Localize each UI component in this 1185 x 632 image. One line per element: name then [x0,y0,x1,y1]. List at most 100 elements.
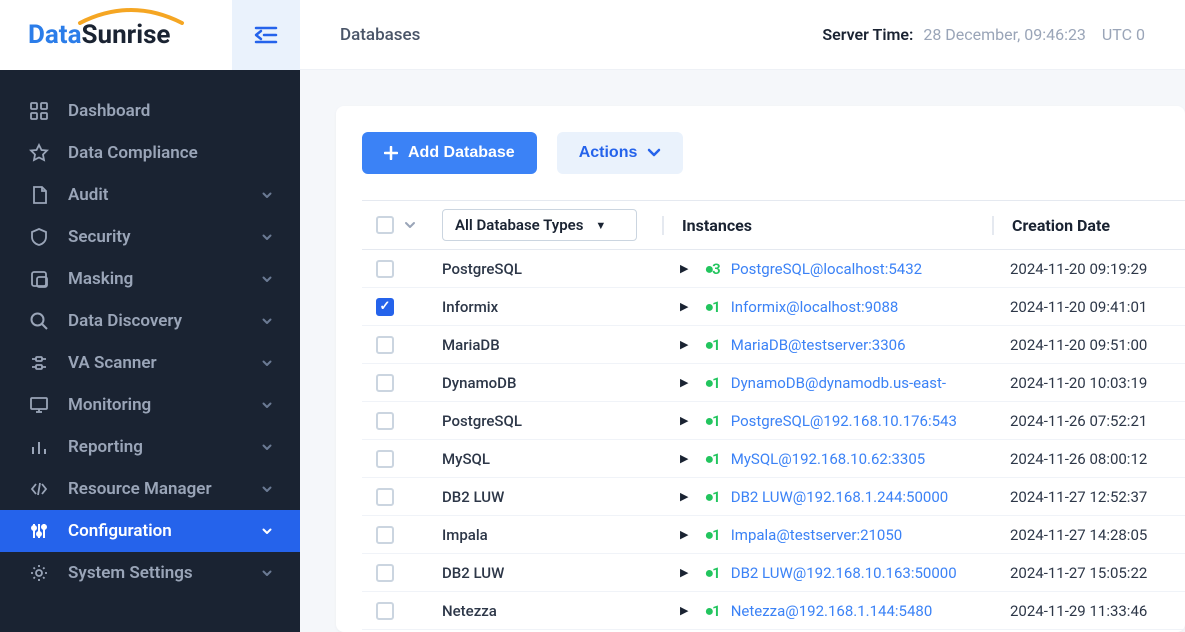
logo[interactable]: Data Sunrise [0,0,232,70]
star-icon [28,142,50,164]
instance-link[interactable]: Informix@localhost:9088 [731,298,899,316]
row-type: Netezza [432,602,662,620]
caret-right-icon[interactable]: ▶ [680,376,688,389]
sidebar-item-dashboard[interactable]: Dashboard [0,90,300,132]
caret-right-icon[interactable]: ▶ [680,414,688,427]
caret-right-icon[interactable]: ▶ [680,490,688,503]
sidebar-item-va-scanner[interactable]: VA Scanner [0,342,300,384]
row-checkbox[interactable] [376,602,394,620]
sidebar-item-label: Configuration [68,521,262,541]
caret-right-icon[interactable]: ▶ [680,528,688,541]
row-checkbox-cell [362,488,432,506]
instance-link[interactable]: Netezza@192.168.1.144:5480 [731,602,933,620]
caret-right-icon[interactable]: ▶ [680,262,688,275]
row-type: DB2 LUW [432,564,662,582]
layers-icon [28,268,50,290]
table-row: DB2 LUW▶●1DB2 LUW@192.168.10.163:5000020… [362,554,1185,592]
sidebar-item-label: Reporting [68,437,262,457]
row-checkbox[interactable] [376,526,394,544]
actions-label: Actions [579,144,638,162]
sidebar-item-masking[interactable]: Masking [0,258,300,300]
instance-link[interactable]: DB2 LUW@192.168.10.163:50000 [731,564,957,582]
instance-link[interactable]: MariaDB@testserver:3306 [731,336,906,354]
instance-count: 3 [712,260,721,278]
row-instance-cell: ▶●1Netezza@192.168.1.144:5480 [662,602,992,620]
actions-button[interactable]: Actions [557,132,684,174]
caret-right-icon[interactable]: ▶ [680,566,688,579]
table-row: MySQL▶●1MySQL@192.168.10.62:33052024-11-… [362,440,1185,478]
row-checkbox[interactable] [376,374,394,392]
sidebar-item-resource-manager[interactable]: Resource Manager [0,468,300,510]
header-type-cell: All Database Types ▼ [432,209,662,241]
instance-link[interactable]: MySQL@192.168.10.62:3305 [731,450,926,468]
grid-icon [28,100,50,122]
caret-right-icon[interactable]: ▶ [680,604,688,617]
caret-right-icon[interactable]: ▶ [680,452,688,465]
sidebar-item-system-settings[interactable]: System Settings [0,552,300,594]
table-row: Informix▶●1Informix@localhost:90882024-1… [362,288,1185,326]
sidebar-item-reporting[interactable]: Reporting [0,426,300,468]
row-creation-date: 2024-11-27 14:28:05 [992,526,1185,544]
chevron-down-icon [262,276,272,283]
header-instances[interactable]: Instances [662,216,992,235]
sidebar-item-security[interactable]: Security [0,216,300,258]
header-creation-date[interactable]: Creation Date [992,216,1185,235]
sidebar-collapse-button[interactable] [232,0,300,70]
add-database-button[interactable]: Add Database [362,132,537,174]
main: Databases Server Time: 28 December, 09:4… [300,0,1185,632]
sidebar-item-label: Data Compliance [68,143,272,163]
topbar: Databases Server Time: 28 December, 09:4… [300,0,1185,70]
row-checkbox[interactable] [376,564,394,582]
row-instance-cell: ▶●1DB2 LUW@192.168.1.244:50000 [662,488,992,506]
sidebar-item-configuration[interactable]: Configuration [0,510,300,552]
instance-link[interactable]: DynamoDB@dynamodb.us-east- [731,374,946,392]
sidebar-item-label: Masking [68,269,262,289]
shield-icon [28,226,50,248]
plus-icon [384,146,398,160]
row-type: PostgreSQL [432,260,662,278]
caret-right-icon[interactable]: ▶ [680,300,688,313]
row-checkbox[interactable] [376,488,394,506]
chevron-down-icon [262,360,272,367]
instance-link[interactable]: Impala@testserver:21050 [731,526,903,544]
search-icon [28,310,50,332]
row-instance-cell: ▶●1DynamoDB@dynamodb.us-east- [662,374,992,392]
databases-table: All Database Types ▼ Instances Creation … [362,200,1185,630]
row-creation-date: 2024-11-26 08:00:12 [992,450,1185,468]
scan-icon [28,352,50,374]
row-checkbox[interactable] [376,412,394,430]
instance-link[interactable]: PostgreSQL@192.168.10.176:543 [731,412,957,430]
server-time-tz: UTC 0 [1102,25,1145,44]
sidebar-item-data-compliance[interactable]: Data Compliance [0,132,300,174]
row-creation-date: 2024-11-27 12:52:37 [992,488,1185,506]
filter-label: All Database Types [455,216,583,234]
row-checkbox[interactable] [376,450,394,468]
chevron-down-icon[interactable] [404,221,416,229]
sidebar-item-label: Data Discovery [68,311,262,331]
select-all-checkbox[interactable] [376,216,394,234]
sidebar-item-label: Resource Manager [68,479,262,499]
server-time: Server Time: 28 December, 09:46:23 UTC 0 [822,25,1145,44]
add-database-label: Add Database [408,144,515,162]
collapse-icon [254,25,278,45]
table-row: MariaDB▶●1MariaDB@testserver:33062024-11… [362,326,1185,364]
row-checkbox[interactable] [376,336,394,354]
row-checkbox[interactable] [376,260,394,278]
instance-count: 1 [712,450,721,468]
instance-link[interactable]: PostgreSQL@localhost:5432 [731,260,922,278]
instance-count: 1 [712,602,721,620]
row-checkbox-cell [362,564,432,582]
logo-arc-icon [76,7,186,25]
sidebar-item-monitoring[interactable]: Monitoring [0,384,300,426]
database-type-filter[interactable]: All Database Types ▼ [442,209,637,241]
sidebar-item-data-discovery[interactable]: Data Discovery [0,300,300,342]
chevron-down-icon [262,192,272,199]
row-checkbox[interactable] [376,298,394,316]
row-creation-date: 2024-11-27 15:05:22 [992,564,1185,582]
instance-link[interactable]: DB2 LUW@192.168.1.244:50000 [731,488,948,506]
sidebar-item-audit[interactable]: Audit [0,174,300,216]
instance-count: 1 [712,298,721,316]
row-type: PostgreSQL [432,412,662,430]
instance-count: 1 [712,564,721,582]
caret-right-icon[interactable]: ▶ [680,338,688,351]
